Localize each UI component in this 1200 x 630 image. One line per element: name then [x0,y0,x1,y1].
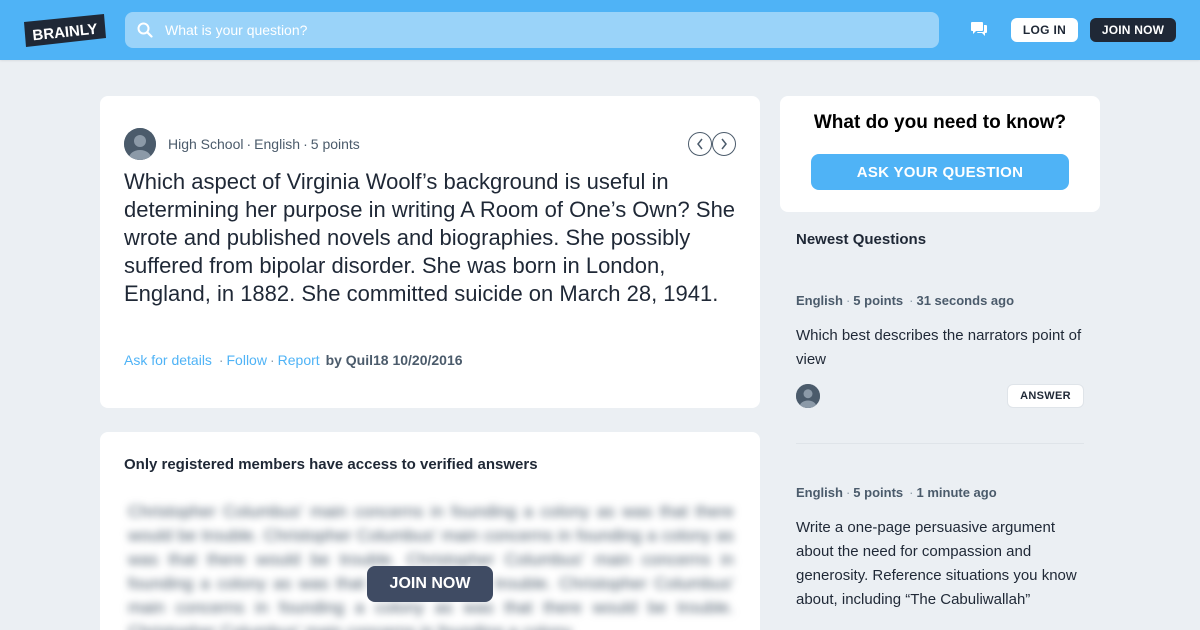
user-avatar-icon [124,128,156,160]
ask-question-card: What do you need to know? ASK YOUR QUEST… [780,96,1100,212]
newest-question-meta: English · 5 points · 31 seconds ago [796,293,1015,308]
list-divider [796,443,1084,444]
newest-questions-heading: Newest Questions [796,231,927,248]
log-in-button[interactable]: LOG IN [1011,18,1078,42]
newest-question-text[interactable]: Write a one-page persuasive argument abo… [796,516,1088,612]
join-now-button[interactable]: JOIN NOW [367,566,493,602]
top-navigation-bar: BRAINLY LOG IN JOIN NOW [0,0,1200,60]
ask-your-question-button[interactable]: ASK YOUR QUESTION [811,154,1069,190]
answer-button[interactable]: ANSWER [1007,384,1084,408]
newest-question-text[interactable]: Which best describes the narrators point… [796,324,1088,372]
question-actions: Ask for details · Follow · Report by Quil18… [124,352,463,368]
report-link[interactable]: Report [278,352,320,368]
search-input[interactable] [165,22,865,38]
registered-members-notice: Only registered members have access to v… [124,456,538,473]
school-level[interactable]: High School [168,136,244,152]
chat-icon[interactable] [970,21,988,38]
next-question-button[interactable] [712,132,736,156]
newest-question-points: 5 points [853,485,904,500]
question-meta: High School · English · 5 points [168,136,360,152]
newest-question-time: 1 minute ago [916,485,997,500]
question-text: Which aspect of Virginia Woolf’s backgro… [124,169,736,306]
follow-link[interactable]: Follow [227,352,267,368]
newest-question-subject[interactable]: English [796,485,843,500]
chevron-left-icon [697,138,703,150]
newest-question-meta: English · 5 points · 1 minute ago [796,485,997,500]
ask-heading: What do you need to know? [813,112,1067,133]
user-avatar-icon [796,384,820,408]
newest-question-subject[interactable]: English [796,293,843,308]
chevron-right-icon [721,138,727,150]
previous-question-button[interactable] [688,132,712,156]
search-bar[interactable] [125,12,939,48]
blurred-answer-text: Christopher Columbus' main concerns in f… [128,502,734,630]
subject-label[interactable]: English [254,136,300,152]
points-label: 5 points [310,136,360,152]
asker-avatar[interactable] [124,128,156,160]
brainly-logo[interactable]: BRAINLY [24,14,106,47]
newest-question-points: 5 points [853,293,904,308]
question-card: High School · English · 5 points Which aspec… [100,96,760,408]
join-now-header-button[interactable]: JOIN NOW [1090,18,1176,42]
newest-question-time: 31 seconds ago [916,293,1015,308]
answers-card: Only registered members have access to v… [100,432,760,630]
search-icon [137,22,153,38]
newest-question-avatar[interactable] [796,384,820,408]
asker-byline[interactable]: by Quil18 10/20/2016 [326,352,463,368]
ask-for-details-link[interactable]: Ask for details [124,352,212,368]
